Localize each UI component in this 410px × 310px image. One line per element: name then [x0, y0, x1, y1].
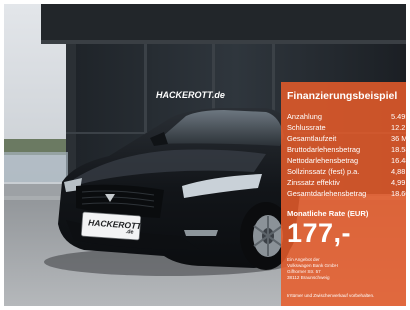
dealer-sign: HACKEROTT.de: [156, 90, 225, 100]
row-value: 36 Monate: [391, 134, 406, 143]
row-label: Schlussrate: [287, 123, 326, 132]
financing-row: Zinssatz effektiv 4,99 %: [287, 177, 406, 188]
source-line: 38112 Braunschweig: [287, 275, 330, 280]
financing-title: Finanzierungsbeispiel: [287, 90, 398, 102]
financing-row: Gesamtdarlehensbetrag 18.602 €: [287, 188, 406, 199]
row-value: 5.495 €: [391, 112, 406, 121]
row-value: 4,99 %: [391, 178, 406, 187]
financing-row: Gesamtlaufzeit 36 Monate: [287, 133, 406, 144]
row-label: Gesamtdarlehensbetrag: [287, 189, 367, 198]
row-value: 18.587 €: [391, 145, 406, 154]
financing-row: Nettodarlehensbetrag 16.485 €: [287, 155, 406, 166]
row-value: 18.602 €: [391, 189, 406, 198]
row-label: Zinssatz effektiv: [287, 178, 340, 187]
plate-suffix: .de: [125, 229, 133, 236]
row-label: Sollzinssatz (fest) p.a.: [287, 167, 360, 176]
row-value: 4,88 %: [391, 167, 406, 176]
monthly-rate-label: Monatliche Rate (EUR): [287, 209, 369, 218]
financing-row: Anzahlung 5.495 €: [287, 111, 406, 122]
financing-row: Bruttodarlehensbetrag 18.587 €: [287, 144, 406, 155]
row-label: Anzahlung: [287, 112, 322, 121]
monthly-rate-value: 177,-: [287, 218, 352, 248]
row-value: 12.215 €: [391, 123, 406, 132]
row-label: Nettodarlehensbetrag: [287, 156, 359, 165]
financing-panel: Finanzierungsbeispiel Anzahlung 5.495 € …: [281, 82, 406, 306]
financing-row: Schlussrate 12.215 €: [287, 122, 406, 133]
row-value: 16.485 €: [391, 156, 406, 165]
offer-footnote: Irrtümer und Zwischenverkauf vorbehalten…: [287, 293, 375, 298]
listing-image: HACKEROTT.de HACKEROTT .de Finanzierungs…: [4, 4, 406, 306]
financing-rows: Anzahlung 5.495 € Schlussrate 12.215 € G…: [287, 111, 406, 199]
row-label: Bruttodarlehensbetrag: [287, 145, 361, 154]
offer-source: Ein Angebot der Volkswagen Bank GmbH Gif…: [287, 257, 406, 281]
financing-row: Sollzinssatz (fest) p.a. 4,88 %: [287, 166, 406, 177]
row-label: Gesamtlaufzeit: [287, 134, 337, 143]
